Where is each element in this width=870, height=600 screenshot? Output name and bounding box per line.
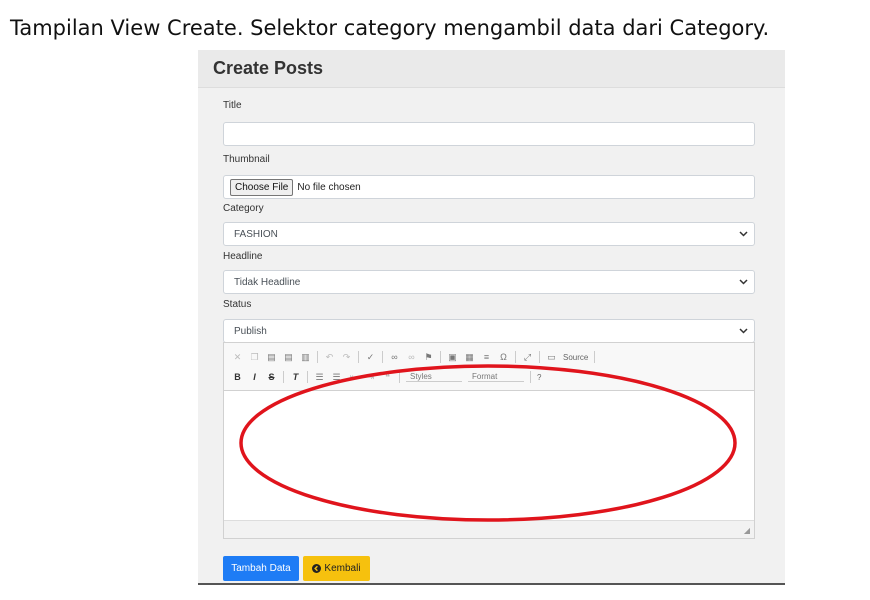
file-status-text: No file chosen (297, 181, 361, 193)
toolbar-separator (530, 371, 531, 383)
source-button-label[interactable]: Source (563, 353, 588, 362)
table-icon[interactable]: ▦ (464, 352, 475, 363)
category-label: Category (223, 203, 264, 214)
thumbnail-file-input[interactable]: Choose File No file chosen (223, 175, 755, 199)
headline-selected-value: Tidak Headline (234, 276, 301, 288)
cut-icon[interactable]: ✕ (232, 352, 243, 363)
toolbar-separator (307, 371, 308, 383)
card-header: Create Posts (198, 50, 785, 88)
figure-caption: Tampilan View Create. Selektor category … (10, 16, 770, 40)
maximize-icon[interactable]: ⤢ (522, 352, 533, 363)
toolbar-separator (594, 351, 596, 363)
back-button[interactable]: Kembali (303, 556, 370, 581)
thumbnail-label: Thumbnail (223, 154, 270, 165)
status-selected-value: Publish (234, 325, 267, 337)
bold-icon[interactable]: B (232, 372, 243, 383)
paste-text-icon[interactable]: ▤ (283, 352, 294, 363)
remove-format-icon[interactable]: T (290, 372, 301, 383)
toolbar-separator (283, 371, 284, 383)
toolbar-row-2: B I S T ☰ ☰ ⇤ ⇥ ❝ Styles Format ? (232, 367, 746, 387)
toolbar-separator (317, 351, 318, 363)
paste-word-icon[interactable]: ▥ (300, 352, 311, 363)
page-title: Create Posts (213, 58, 324, 78)
arrow-left-circle-icon (312, 564, 322, 573)
editor-content-area[interactable] (224, 391, 754, 521)
status-label: Status (223, 299, 252, 310)
headline-select[interactable]: Tidak Headline (223, 270, 755, 294)
undo-icon[interactable]: ↶ (324, 352, 335, 363)
special-char-icon[interactable]: Ω (498, 352, 509, 363)
help-button[interactable]: ? (537, 373, 541, 382)
status-select[interactable]: Publish (223, 319, 755, 343)
italic-icon[interactable]: I (249, 372, 260, 383)
toolbar-separator (440, 351, 441, 363)
title-label: Title (223, 100, 242, 111)
toolbar-separator (399, 371, 400, 383)
chevron-down-icon (738, 277, 748, 287)
chevron-down-icon (738, 326, 748, 336)
editor-toolbar: ✕ ❐ ▤ ▤ ▥ ↶ ↷ ✓ ∞ ∞ ⚑ ▣ ▦ ≡ Ω ⤢ ▭ Source… (224, 343, 754, 391)
resize-handle-icon[interactable]: ◢ (744, 526, 750, 535)
anchor-flag-icon[interactable]: ⚑ (423, 352, 434, 363)
redo-icon[interactable]: ↷ (341, 352, 352, 363)
strikethrough-icon[interactable]: S (266, 372, 277, 383)
toolbar-row-1: ✕ ❐ ▤ ▤ ▥ ↶ ↷ ✓ ∞ ∞ ⚑ ▣ ▦ ≡ Ω ⤢ ▭ Source (232, 347, 746, 367)
headline-label: Headline (223, 251, 263, 262)
indent-icon[interactable]: ⇥ (365, 372, 376, 383)
toolbar-separator (539, 351, 540, 363)
choose-file-button[interactable]: Choose File (230, 178, 294, 196)
horizontal-line-icon[interactable]: ≡ (481, 352, 492, 363)
rich-text-editor: ✕ ❐ ▤ ▤ ▥ ↶ ↷ ✓ ∞ ∞ ⚑ ▣ ▦ ≡ Ω ⤢ ▭ Source… (223, 342, 755, 539)
toolbar-separator (382, 351, 383, 363)
bulleted-list-icon[interactable]: ☰ (331, 372, 342, 383)
add-data-button[interactable]: Tambah Data (223, 556, 299, 581)
styles-dropdown[interactable]: Styles (406, 372, 462, 382)
create-posts-card: Create Posts Title Thumbnail Choose File… (198, 50, 785, 585)
editor-status-bar: ◢ (224, 520, 754, 538)
unlink-icon[interactable]: ∞ (406, 352, 417, 363)
category-selected-value: FASHION (234, 228, 278, 240)
source-icon[interactable]: ▭ (546, 352, 557, 363)
format-dropdown[interactable]: Format (468, 372, 524, 382)
link-icon[interactable]: ∞ (389, 352, 400, 363)
chevron-down-icon (738, 229, 748, 239)
image-icon[interactable]: ▣ (447, 352, 458, 363)
toolbar-separator (515, 351, 516, 363)
toolbar-separator (358, 351, 359, 363)
copy-icon[interactable]: ❐ (249, 352, 260, 363)
spellcheck-icon[interactable]: ✓ (365, 352, 376, 363)
back-button-label: Kembali (324, 563, 361, 574)
paste-icon[interactable]: ▤ (266, 352, 277, 363)
blockquote-icon[interactable]: ❝ (382, 372, 393, 383)
post-form: Title Thumbnail Choose File No file chos… (223, 100, 755, 343)
outdent-icon[interactable]: ⇤ (348, 372, 359, 383)
title-input[interactable] (223, 122, 755, 146)
numbered-list-icon[interactable]: ☰ (314, 372, 325, 383)
category-select[interactable]: FASHION (223, 222, 755, 246)
